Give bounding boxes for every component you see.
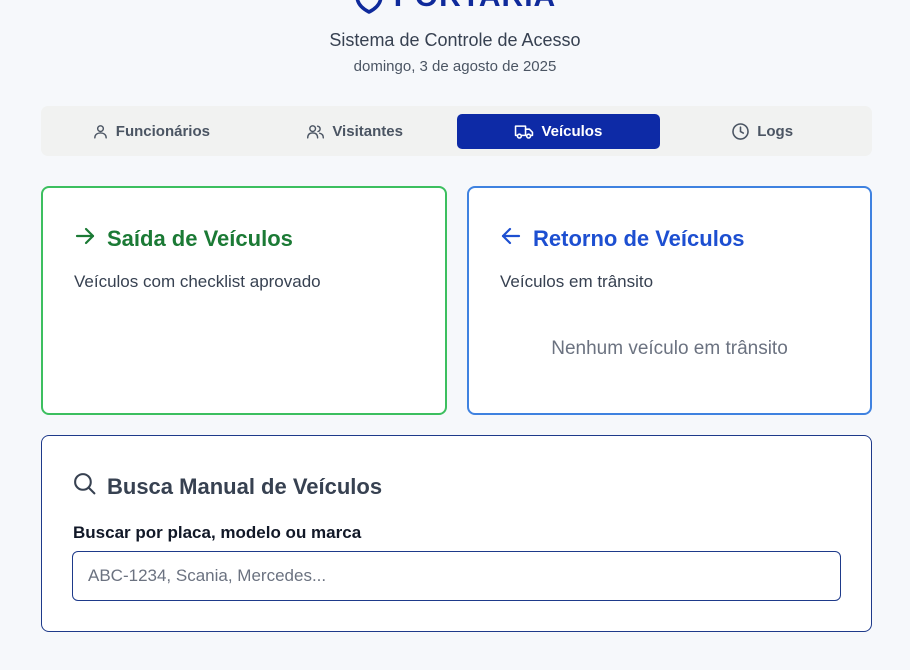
tab-bar: Funcionários Visitantes Veículos Logs <box>41 106 872 156</box>
user-icon <box>92 123 109 140</box>
exit-card-title: Saída de Veículos <box>73 224 293 254</box>
search-icon <box>72 471 97 502</box>
shield-icon <box>354 0 384 14</box>
search-field-label: Buscar por placa, modelo ou marca <box>73 523 362 542</box>
return-vehicles-card: Retorno de Veículos Veículos em trânsito… <box>467 186 872 415</box>
tab-visitantes[interactable]: Visitantes <box>253 114 457 149</box>
users-icon <box>306 123 325 140</box>
brand: PORTARIA <box>0 0 910 16</box>
arrow-left-icon <box>499 224 523 254</box>
exit-vehicles-card: Saída de Veículos Veículos com checklist… <box>41 186 447 415</box>
app-subtitle: Sistema de Controle de Acesso <box>329 30 581 50</box>
vehicle-search-input[interactable] <box>72 551 841 601</box>
header: PORTARIA <box>0 0 910 16</box>
clock-icon <box>731 122 750 141</box>
tab-label: Veículos <box>541 122 603 140</box>
tab-funcionarios[interactable]: Funcionários <box>49 114 253 149</box>
tab-label: Logs <box>757 122 794 140</box>
return-title-text: Retorno de Veículos <box>533 226 745 251</box>
tab-veiculos[interactable]: Veículos <box>456 113 661 149</box>
tab-label: Visitantes <box>332 122 403 140</box>
arrow-right-icon <box>73 224 97 254</box>
empty-state-message: Nenhum veículo em trânsito <box>551 338 788 359</box>
manual-search-card: Busca Manual de Veículos Buscar por plac… <box>41 435 872 632</box>
search-title-text: Busca Manual de Veículos <box>107 473 383 499</box>
search-card-title: Busca Manual de Veículos <box>72 471 382 502</box>
app-title: PORTARIA <box>394 0 556 14</box>
return-card-description: Veículos em trânsito <box>500 272 654 291</box>
exit-title-text: Saída de Veículos <box>107 226 293 251</box>
current-date: domingo, 3 de agosto de 2025 <box>353 58 557 75</box>
tab-logs[interactable]: Logs <box>660 114 864 149</box>
return-card-title: Retorno de Veículos <box>499 224 745 254</box>
tab-label: Funcionários <box>115 122 210 140</box>
truck-icon <box>514 123 534 140</box>
portaria-page: PORTARIA Sistema de Controle de Acesso d… <box>0 0 910 670</box>
exit-card-description: Veículos com checklist aprovado <box>74 272 321 291</box>
